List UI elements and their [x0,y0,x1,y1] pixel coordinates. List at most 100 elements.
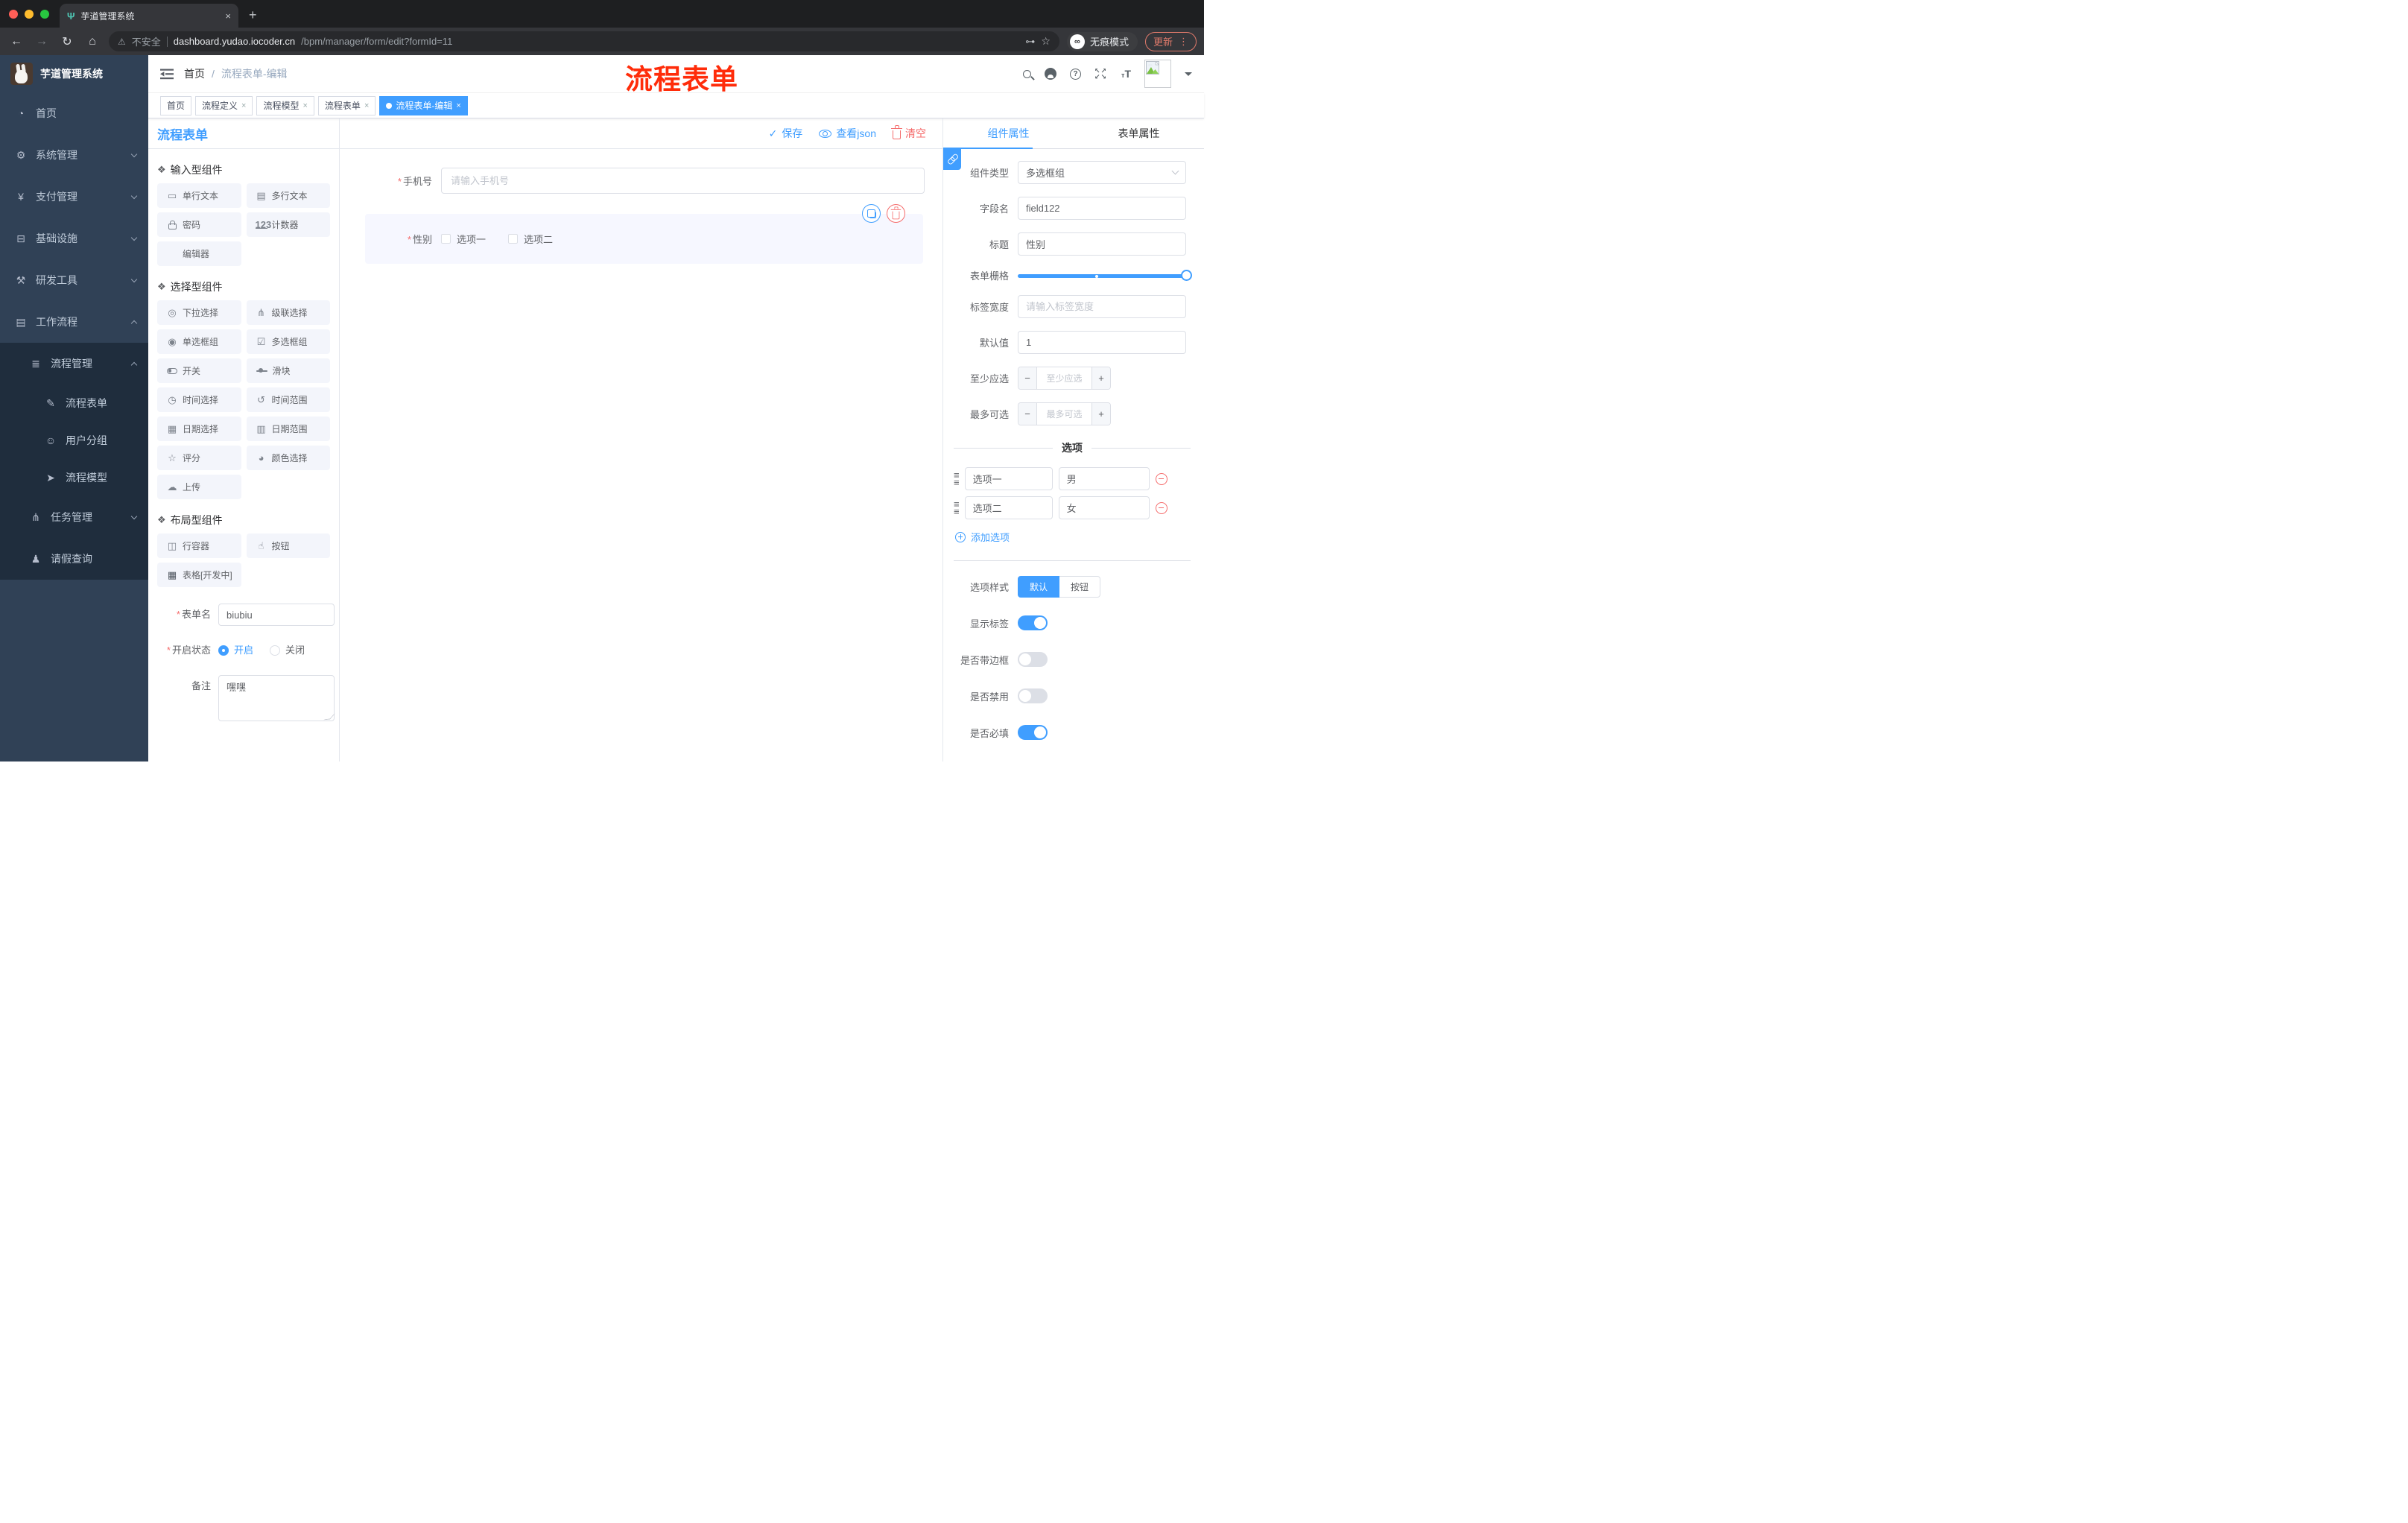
search-button[interactable] [1023,69,1032,78]
remove-option-button[interactable] [1155,472,1167,485]
delete-field-button[interactable] [887,204,905,223]
component-multi-line-text[interactable]: ▤ 多行文本 [246,183,330,208]
sidebar-item-infrastructure[interactable]: ⊟ 基础设施 [0,218,148,259]
component-date-range[interactable]: ▥ 日期范围 [246,417,330,441]
field-name-input[interactable] [1018,197,1186,220]
increase-button[interactable]: + [1091,367,1110,389]
component-color-picker[interactable]: ◕ 颜色选择 [246,446,330,470]
font-size-button[interactable]: тT [1121,68,1131,80]
sidebar-item-devtools[interactable]: ⚒ 研发工具 [0,259,148,301]
style-default-button[interactable]: 默认 [1018,576,1060,598]
drag-handle-icon[interactable]: ≡ ≡ [954,470,960,487]
sidebar-item-system[interactable]: ⚙ 系统管理 [0,134,148,176]
component-type-select[interactable]: 多选框组 [1018,161,1186,184]
decrease-button[interactable]: − [1018,367,1037,389]
form-remark-textarea[interactable]: 嘿嘿 [218,675,335,721]
component-upload[interactable]: ☁ 上传 [157,475,241,499]
reload-button[interactable]: ↻ [58,34,76,49]
disabled-switch[interactable] [1018,688,1048,703]
component-single-line-text[interactable]: ▭ 单行文本 [157,183,241,208]
sidebar-item-task-management[interactable]: ⋔ 任务管理 [0,496,148,538]
tag-process-definition[interactable]: 流程定义 × [195,95,253,115]
component-editor[interactable]: 编辑器 [157,241,241,266]
remove-option-button[interactable] [1155,501,1167,514]
update-button[interactable]: 更新 ⋮ [1144,31,1197,51]
component-cascader[interactable]: ⋔ 级联选择 [246,300,330,325]
option1-name-input[interactable] [964,467,1053,490]
tag-close-icon[interactable]: × [241,101,246,110]
component-slider[interactable]: 滑块 [246,358,330,383]
component-switch[interactable]: 开关 [157,358,241,383]
slider-handle[interactable] [1181,269,1192,281]
component-radio-group[interactable]: ◉ 单选框组 [157,329,241,354]
component-table[interactable]: ▦ 表格[开发中] [157,563,241,587]
view-json-button[interactable]: 查看json [819,126,876,141]
avatar-dropdown-caret-icon[interactable] [1185,72,1192,80]
component-date-picker[interactable]: ▦ 日期选择 [157,417,241,441]
tag-close-icon[interactable]: × [456,101,460,110]
radio-status-on[interactable]: 开启 [218,639,253,662]
sidebar-item-leave-query[interactable]: ♟ 请假查询 [0,538,148,580]
decrease-button[interactable]: − [1018,403,1037,425]
bookmark-star-icon[interactable]: ☆ [1041,35,1051,48]
app-logo[interactable]: 芋道管理系统 [0,55,148,92]
tag-close-icon[interactable]: × [364,101,369,110]
drawing-board[interactable]: *手机号 *性别 选项一 选项二 [340,149,942,762]
field-phone[interactable]: * 手机号 [358,168,925,194]
component-time-picker[interactable]: ◷ 时间选择 [157,387,241,412]
sidebar-item-user-group[interactable]: ☺ 用户分组 [0,422,148,459]
tag-home[interactable]: 首页 [160,95,192,115]
tab-form-props[interactable]: 表单属性 [1074,118,1204,148]
component-checkbox-group[interactable]: ☑ 多选框组 [246,329,330,354]
field-link-button[interactable] [943,149,961,170]
key-icon[interactable]: ⊶ [1025,36,1035,48]
tag-close-icon[interactable]: × [302,101,307,110]
option1-value-input[interactable] [1058,467,1150,490]
component-button[interactable]: ☝ 按钮 [246,533,330,558]
component-dropdown-select[interactable]: ◎ 下拉选择 [157,300,241,325]
sidebar-item-payment[interactable]: ¥ 支付管理 [0,176,148,218]
component-row-container[interactable]: ◫ 行容器 [157,533,241,558]
sidebar-item-process-form[interactable]: ✎ 流程表单 [0,384,148,422]
kebab-menu-icon[interactable]: ⋮ [1179,36,1188,48]
sidebar-item-workflow[interactable]: ▤ 工作流程 [0,301,148,343]
field-gender-selected[interactable]: * 性别 选项一 选项二 [365,204,923,264]
copy-field-button[interactable] [862,204,881,223]
home-button[interactable]: ⌂ [83,35,101,48]
component-rate[interactable]: ☆ 评分 [157,446,241,470]
label-width-input[interactable] [1018,295,1186,318]
option2-name-input[interactable] [964,496,1053,519]
save-button[interactable]: ✓ 保存 [769,126,803,141]
tab-close-icon[interactable]: × [225,10,231,22]
checkbox-option-1[interactable]: 选项一 [441,232,486,246]
tag-process-form[interactable]: 流程表单 × [317,95,376,115]
min-select-input[interactable]: 至少应选 [1037,367,1091,389]
title-input[interactable] [1018,232,1186,256]
tab-component-props[interactable]: 组件属性 [943,118,1074,148]
component-time-range[interactable]: ↺ 时间范围 [246,387,330,412]
security-label[interactable]: 不安全 [132,34,161,48]
max-select-input[interactable]: 最多可选 [1037,403,1091,425]
option2-value-input[interactable] [1058,496,1150,519]
phone-input[interactable] [441,168,925,194]
tag-process-model[interactable]: 流程模型 × [256,95,314,115]
help-button[interactable]: ? [1070,68,1082,80]
fullscreen-button[interactable]: ↖↗ ↙↘ [1094,68,1108,80]
required-switch[interactable] [1018,725,1048,740]
increase-button[interactable]: + [1091,403,1110,425]
sidebar-item-home[interactable]: ◔ 首页 [0,92,148,134]
minimize-window-button[interactable] [25,10,34,19]
checkbox-option-2[interactable]: 选项二 [508,232,553,246]
drag-handle-icon[interactable]: ≡ ≡ [954,499,960,516]
close-window-button[interactable] [9,10,18,19]
sidebar-item-process-model[interactable]: ➤ 流程模型 [0,459,148,496]
form-grid-slider[interactable] [1018,269,1192,282]
form-name-input[interactable] [218,604,335,626]
back-button[interactable]: ← [7,35,25,48]
new-tab-button[interactable]: + [238,7,267,28]
breadcrumb-home-link[interactable]: 首页 [184,66,205,81]
browser-tab[interactable]: Ψ 芋道管理系统 × [60,4,238,28]
clear-button[interactable]: 清空 [891,125,926,141]
github-button[interactable] [1045,68,1057,80]
address-bar[interactable]: ⚠ 不安全 dashboard.yudao.iocoder.cn/bpm/man… [109,31,1059,51]
